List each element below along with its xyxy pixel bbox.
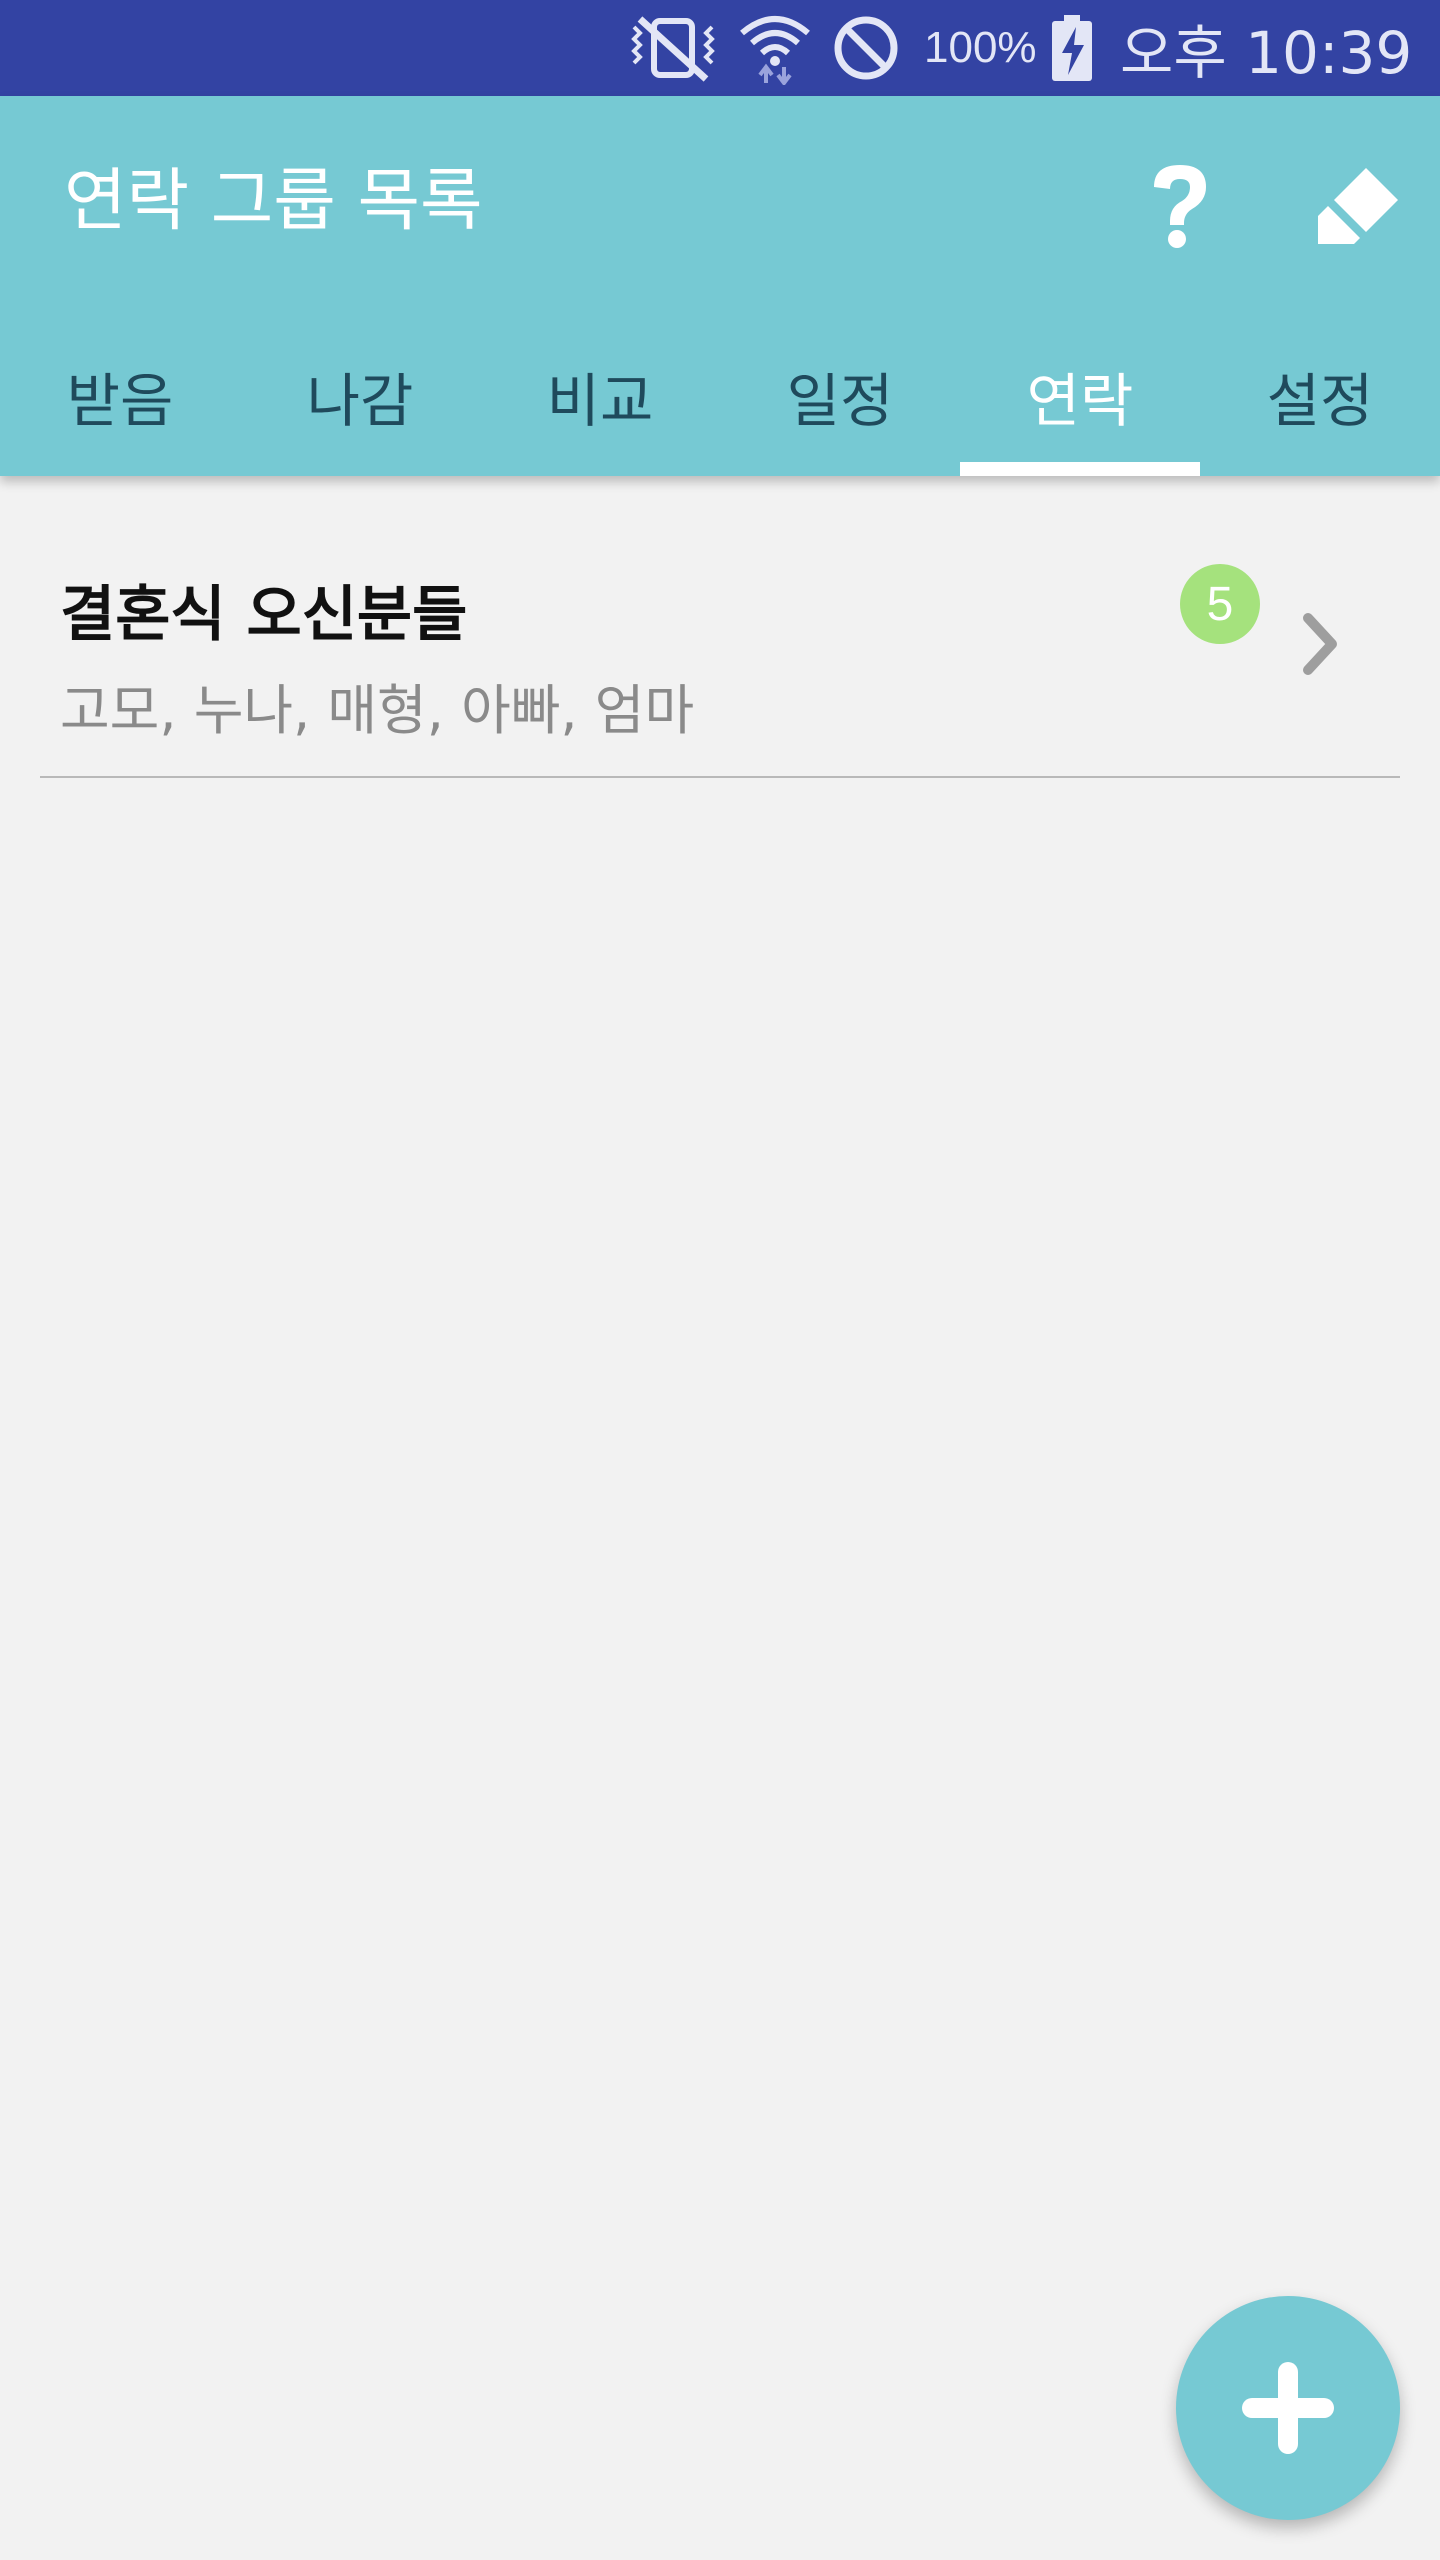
tab-contacts[interactable]: 연락 bbox=[960, 324, 1200, 476]
group-list: 결혼식 오신분들 고모, 누나, 매형, 아빠, 엄마 5 bbox=[0, 476, 1440, 778]
tab-settings[interactable]: 설정 bbox=[1200, 324, 1440, 476]
chevron-right-icon bbox=[1300, 612, 1340, 680]
wifi-icon bbox=[738, 0, 812, 96]
status-bar: 100% 오후 10:39 bbox=[0, 0, 1440, 96]
eraser-button[interactable] bbox=[1310, 160, 1406, 256]
tab-label: 나감 bbox=[306, 367, 414, 435]
list-item[interactable]: 결혼식 오신분들 고모, 누나, 매형, 아빠, 엄마 5 bbox=[0, 476, 1440, 778]
tab-received[interactable]: 받음 bbox=[0, 324, 240, 476]
battery-percent: 100% bbox=[924, 23, 1037, 72]
vibrate-off-icon bbox=[626, 0, 720, 96]
divider bbox=[40, 776, 1400, 778]
tab-schedule[interactable]: 일정 bbox=[720, 324, 960, 476]
plus-icon bbox=[1242, 2362, 1334, 2454]
group-members: 고모, 누나, 매형, 아빠, 엄마 bbox=[60, 679, 695, 742]
help-icon bbox=[1154, 165, 1206, 248]
add-group-button[interactable] bbox=[1176, 2296, 1400, 2520]
tab-bar: 받음 나감 비교 일정 연락 설정 bbox=[0, 324, 1440, 476]
tab-indicator bbox=[960, 462, 1200, 476]
count-badge: 5 bbox=[1180, 564, 1260, 644]
page-title: 연락 그룹 목록 bbox=[64, 162, 483, 241]
app-bar: 연락 그룹 목록 받음 나감 비교 일정 연락 설정 bbox=[0, 96, 1440, 476]
group-title: 결혼식 오신분들 bbox=[60, 580, 468, 650]
tab-compare[interactable]: 비교 bbox=[480, 324, 720, 476]
do-not-disturb-icon bbox=[832, 0, 900, 96]
tab-sent[interactable]: 나감 bbox=[240, 324, 480, 476]
clock: 오후 10:39 bbox=[1120, 19, 1413, 87]
eraser-icon bbox=[1318, 168, 1398, 244]
tab-label: 설정 bbox=[1266, 367, 1374, 435]
tab-label: 비교 bbox=[546, 367, 654, 435]
tab-label: 연락 bbox=[1026, 367, 1134, 435]
tab-label: 일정 bbox=[786, 367, 894, 435]
battery-charging-icon bbox=[1050, 0, 1094, 96]
help-button[interactable] bbox=[1134, 158, 1226, 250]
tab-label: 받음 bbox=[66, 367, 174, 435]
